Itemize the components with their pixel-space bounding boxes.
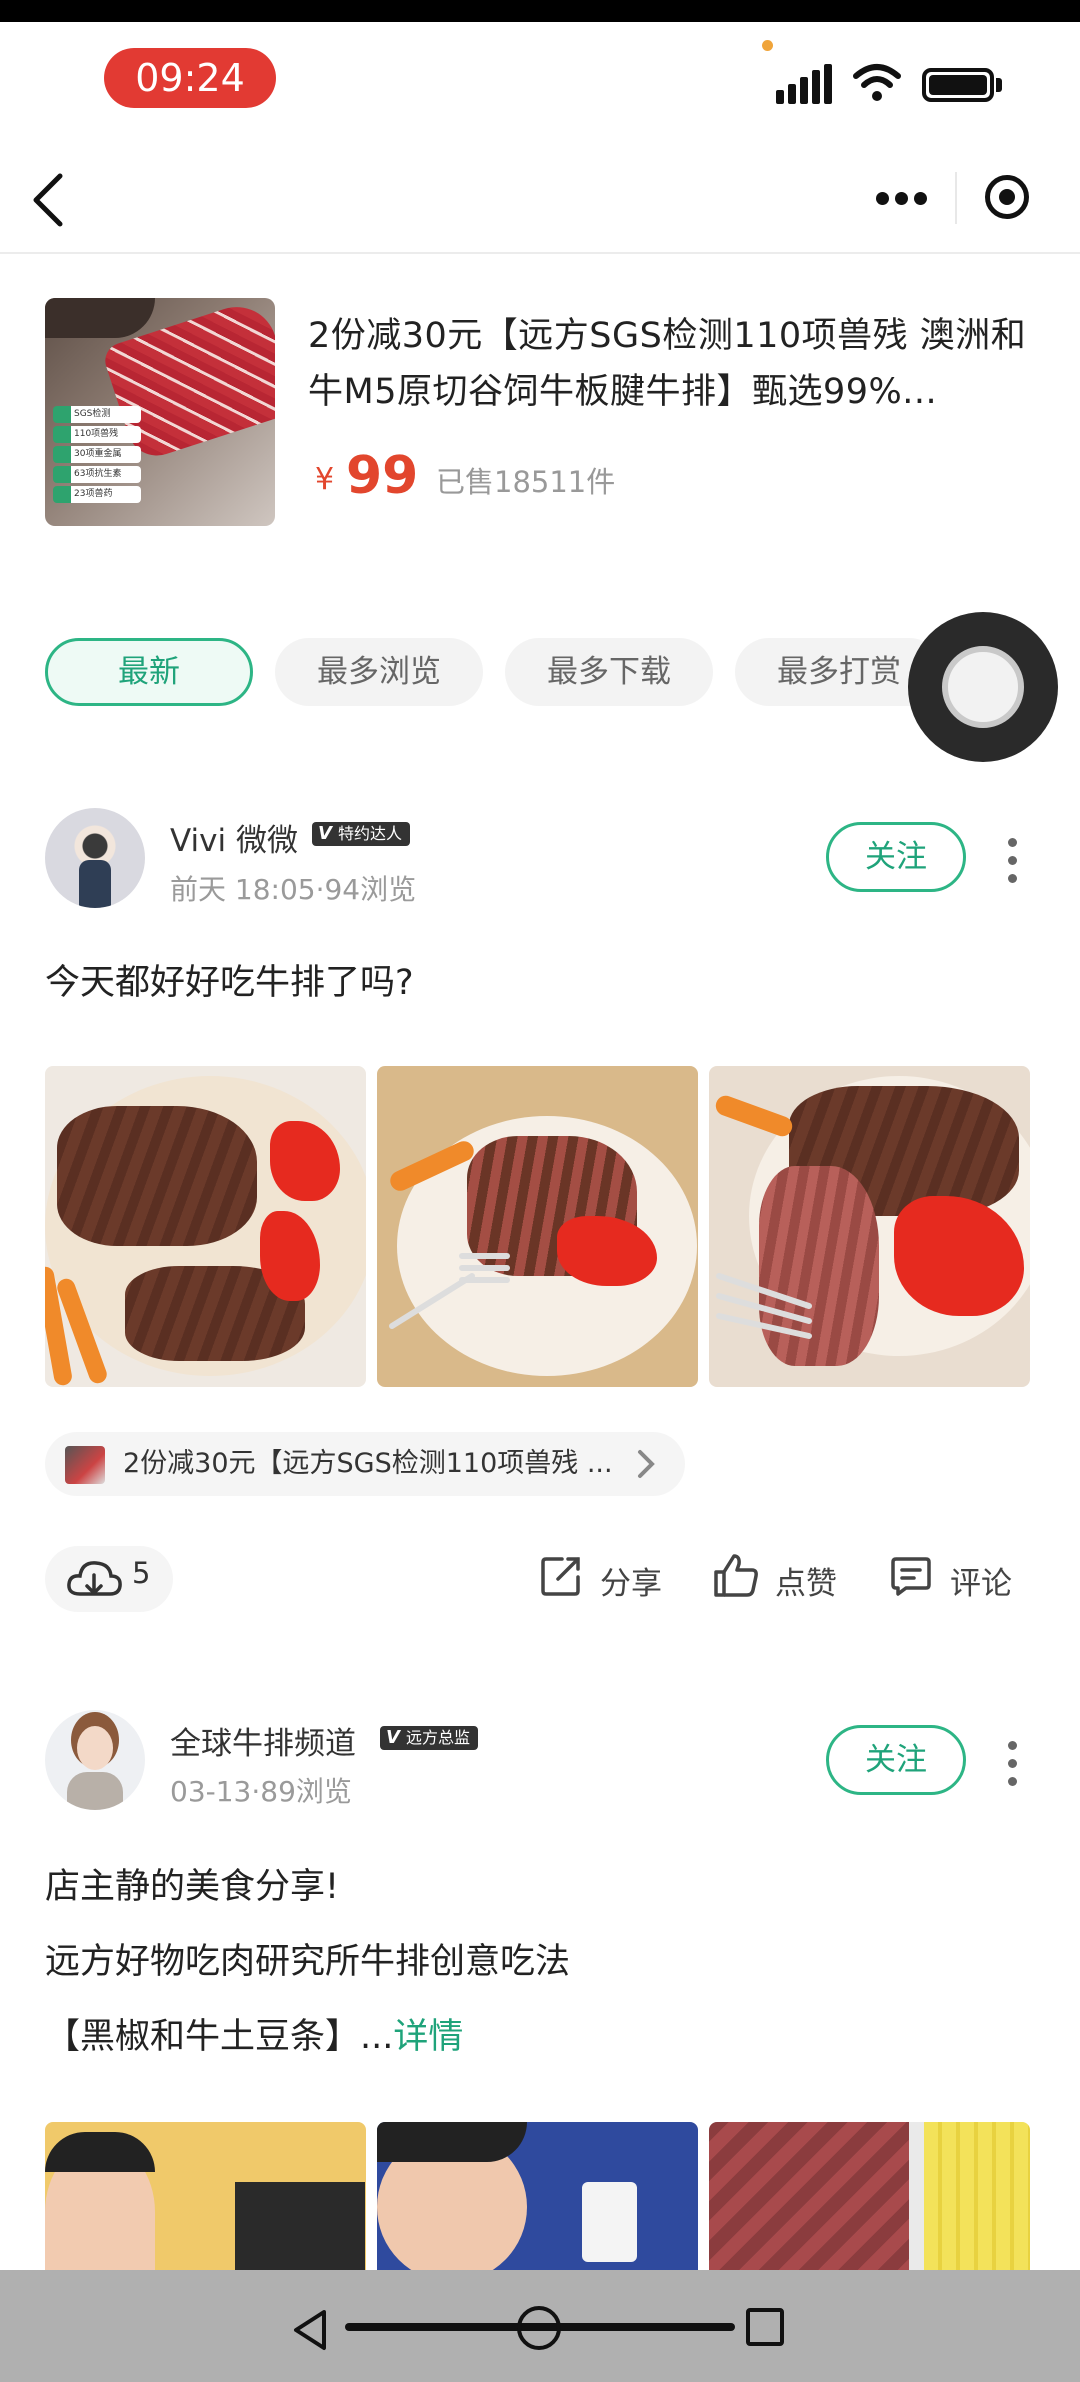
post-photo[interactable] <box>45 1066 366 1387</box>
sold-count: 已售18511件 <box>436 465 616 499</box>
post-photo[interactable] <box>377 2122 698 2282</box>
share-label[interactable]: 分享 <box>600 1558 662 1603</box>
cloud-download-icon <box>67 1561 122 1596</box>
privacy-indicator-icon <box>762 40 773 51</box>
product-image[interactable]: SGS检测 110项兽残 30项重金属 63项抗生素 23项兽药 <box>45 298 275 526</box>
post-meta: 03-13·89浏览 <box>170 1775 352 1808</box>
badge-line: 63项抗生素 <box>53 466 141 483</box>
avatar-body <box>67 1772 123 1810</box>
raw-beef <box>709 2122 909 2282</box>
top-edge <box>0 0 1080 22</box>
like-label[interactable]: 点赞 <box>775 1558 837 1603</box>
tab-most-viewed[interactable]: 最多浏览 <box>275 638 483 706</box>
child-hair <box>377 2122 527 2162</box>
potato-strips <box>924 2122 1030 2282</box>
carrot-stick <box>712 1092 796 1140</box>
battery-cap <box>996 78 1002 92</box>
chevron-right-icon <box>638 1450 655 1478</box>
post-photo[interactable] <box>709 2122 1030 2282</box>
post-more-icon[interactable] <box>1008 1741 1018 1787</box>
badge-line: SGS检测 <box>53 406 141 423</box>
steak-piece <box>57 1106 257 1246</box>
badge-line: 23项兽药 <box>53 486 141 503</box>
test-badges: SGS检测 110项兽残 30项重金属 63项抗生素 23项兽药 <box>53 406 141 518</box>
avatar[interactable] <box>45 808 145 908</box>
product-title[interactable]: 2份减30元【远方SGS检测110项兽残 澳洲和牛M5原切谷饲牛板腱牛排】甄选9… <box>308 308 1028 420</box>
milk-glass <box>582 2182 637 2262</box>
post-author-name[interactable]: 全球牛排频道 <box>170 1718 356 1763</box>
post-meta: 前天 18:05·94浏览 <box>170 873 417 906</box>
verified-badge: 特约达人 <box>312 822 411 846</box>
tab-newest[interactable]: 最新 <box>45 638 253 706</box>
wifi-icon <box>853 64 901 101</box>
detail-link[interactable]: 详情 <box>393 2017 463 2057</box>
pepper-bowl <box>45 298 155 338</box>
post-text-line: 【黑椒和牛土豆条】...详情 <box>45 2000 463 2075</box>
dark-object <box>235 2182 365 2282</box>
tab-most-downloaded[interactable]: 最多下载 <box>505 638 713 706</box>
back-triangle-icon[interactable] <box>290 2308 330 2352</box>
follow-button[interactable]: 关注 <box>826 1725 966 1795</box>
home-circle-icon[interactable] <box>517 2306 561 2350</box>
post-photo[interactable] <box>709 1066 1030 1387</box>
post-text-tail: 【黑椒和牛土豆条】... <box>45 2017 394 2057</box>
post-text-line: 远方好物吃肉研究所牛排创意吃法 <box>45 1942 571 1982</box>
product-price: 99 <box>346 446 419 506</box>
post-text-line: 店主静的美食分享! <box>45 1867 340 1907</box>
recents-square-icon[interactable] <box>746 2308 784 2346</box>
avatar[interactable] <box>45 1710 145 1810</box>
floating-assistive-button[interactable] <box>908 612 1058 762</box>
comment-label[interactable]: 评论 <box>950 1558 1012 1603</box>
cellular-signal-icon <box>776 64 836 104</box>
fork-icon <box>389 1253 510 1329</box>
share-icon[interactable] <box>540 1555 582 1597</box>
price-currency: ¥ <box>315 462 335 497</box>
more-options-icon[interactable] <box>876 192 928 206</box>
nav-divider <box>0 252 1080 254</box>
avatar-figure <box>79 860 111 908</box>
download-count: 5 <box>132 1556 151 1590</box>
verified-badge: 远方总监 <box>380 1726 479 1750</box>
battery-icon <box>922 68 994 102</box>
badge-line: 110项兽残 <box>53 426 141 443</box>
linked-product-card[interactable]: 2份减30元【远方SGS检测110项兽残 ... <box>45 1432 685 1496</box>
fork-icon <box>716 1273 812 1339</box>
post-photo[interactable] <box>45 2122 366 2282</box>
thumbs-up-icon[interactable] <box>712 1552 760 1598</box>
back-arrow-icon[interactable] <box>26 172 70 228</box>
close-miniprogram-icon[interactable] <box>985 175 1029 219</box>
status-time: 09:24 <box>104 48 276 108</box>
child-hair <box>45 2132 155 2172</box>
capsule-divider <box>955 172 957 224</box>
comment-icon[interactable] <box>890 1555 932 1597</box>
post-author-name[interactable]: Vivi 微微 <box>170 815 298 860</box>
post-text: 今天都好好吃牛排了吗? <box>45 963 414 1003</box>
follow-button[interactable]: 关注 <box>826 822 966 892</box>
avatar-head <box>77 1726 113 1770</box>
linked-product-title: 2份减30元【远方SGS检测110项兽残 ... <box>123 1448 613 1479</box>
linked-product-thumbnail <box>65 1446 105 1484</box>
post-more-icon[interactable] <box>1008 838 1018 884</box>
post-photo[interactable] <box>377 1066 698 1387</box>
badge-line: 30项重金属 <box>53 446 141 463</box>
screen: 09:24 SGS检测 110项兽残 30项重金属 63项抗生素 23项兽药 2… <box>0 0 1080 2382</box>
